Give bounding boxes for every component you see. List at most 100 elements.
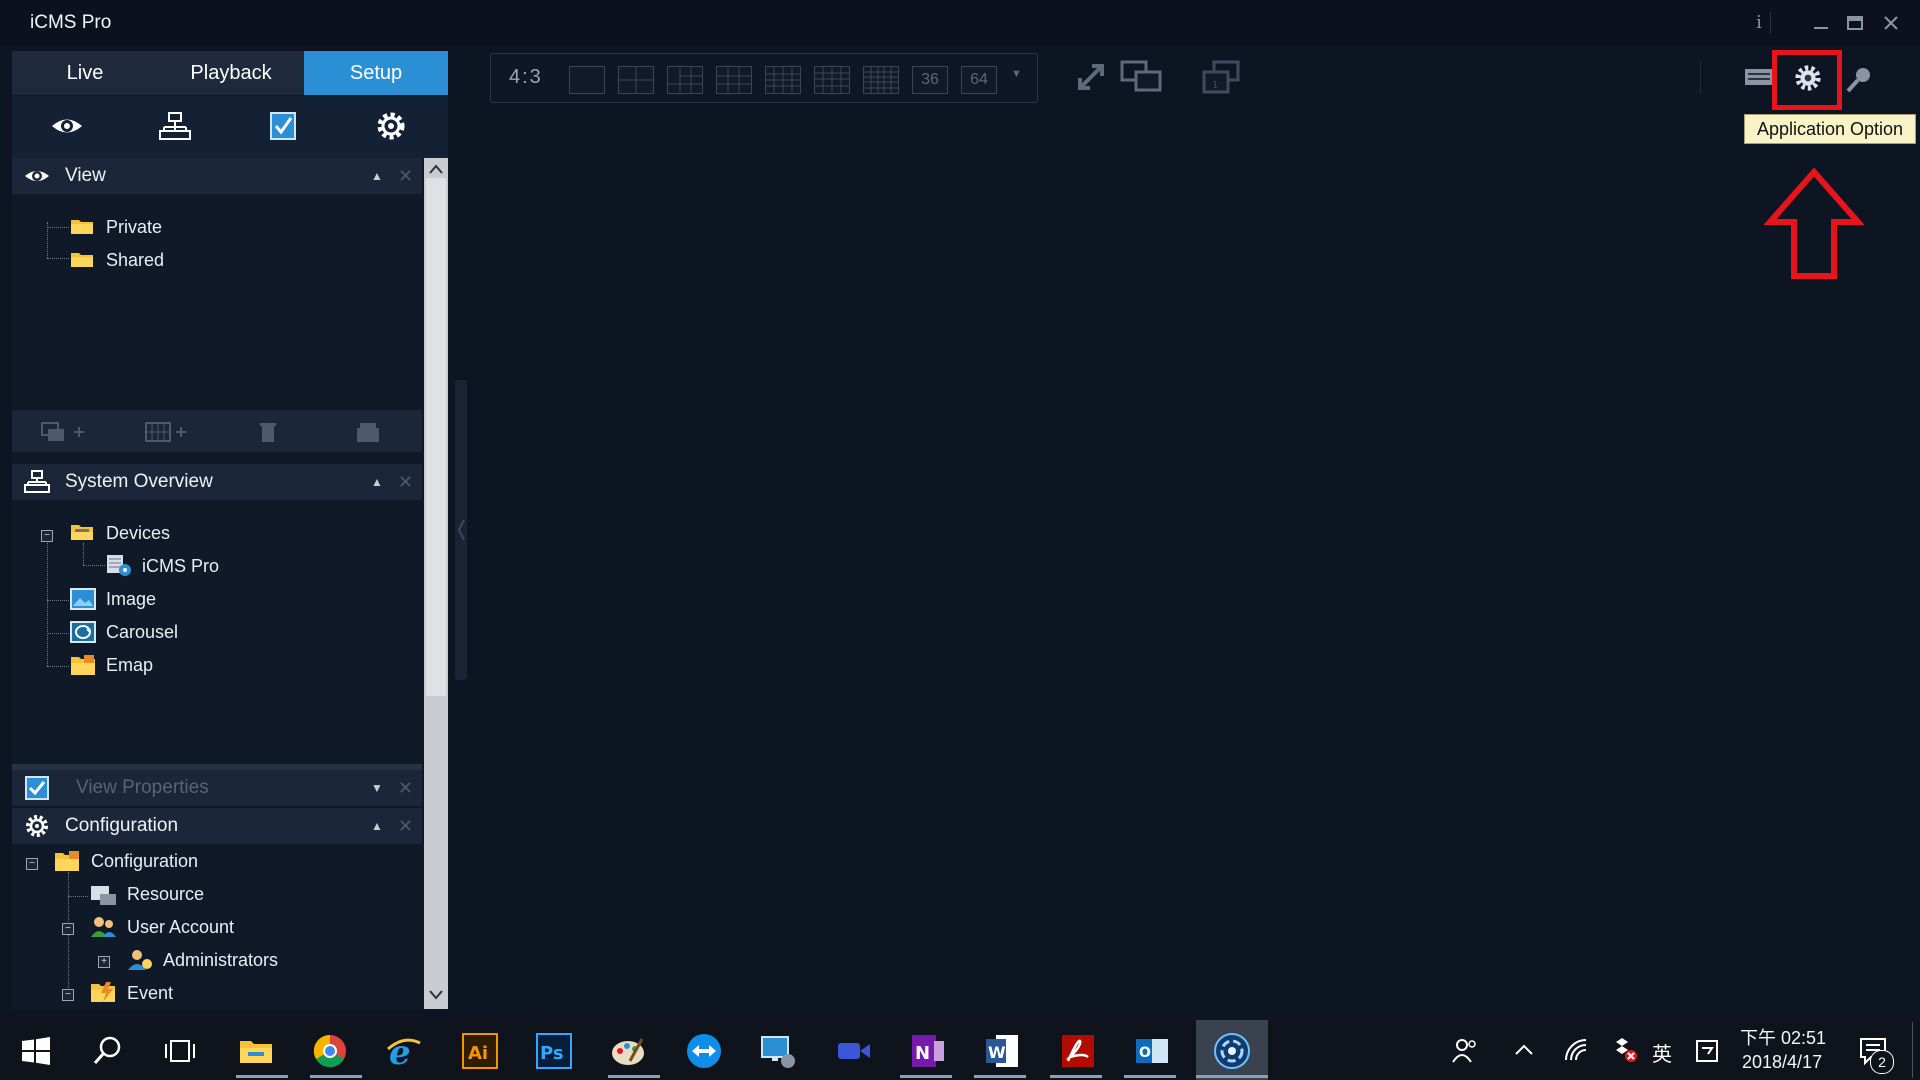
tree-item-image[interactable]: Image [106,587,156,611]
illustrator-icon[interactable]: Ai [460,1031,500,1071]
paint-icon[interactable] [608,1031,648,1071]
svg-text:O: O [1139,1045,1151,1061]
tree-item-private[interactable]: Private [106,215,162,239]
panel-collapse-handle[interactable] [455,380,467,680]
collapse-toggle[interactable]: − [26,858,38,870]
minimize-button[interactable] [1808,10,1834,36]
search-icon[interactable] [88,1031,128,1071]
running-indicator [1124,1075,1176,1078]
tree-item-administrators[interactable]: Administrators [163,948,278,972]
icms-pro-taskbar-icon[interactable] [1212,1031,1252,1071]
close-section-icon[interactable]: ✕ [398,808,413,844]
ime-indicator[interactable]: 英 [1652,1038,1672,1067]
collapse-arrow-icon[interactable]: ▲ [371,464,383,500]
system-overview-header[interactable]: System Overview ▲ ✕ [12,464,422,500]
collapse-arrow-icon[interactable]: ▲ [371,158,383,194]
tree-item-resource[interactable]: Resource [127,882,204,906]
tab-playback[interactable]: Playback [158,51,304,95]
configuration-title: Configuration [65,815,179,836]
layout-1plus5-button[interactable] [667,66,703,94]
clear-icon[interactable] [354,420,382,444]
tree-item-configuration[interactable]: Configuration [91,849,198,873]
configuration-header[interactable]: Configuration ▲ ✕ [12,808,422,844]
user-account-icon [91,917,116,937]
network-status-icon[interactable] [1562,1036,1590,1064]
expand-toggle[interactable]: + [98,956,110,968]
collapse-arrow-icon[interactable]: ▲ [371,808,383,844]
view-properties-icon[interactable] [264,107,302,145]
clock-time[interactable]: 下午 02:51 [1740,1024,1826,1050]
outlook-icon[interactable]: O [1132,1031,1172,1071]
tab-setup[interactable]: Setup [304,51,448,95]
show-desktop-divider[interactable] [1912,1022,1913,1078]
collapse-toggle[interactable]: − [41,530,53,542]
scrollbar-thumb[interactable] [426,178,446,696]
key-icon[interactable] [1844,64,1874,94]
maximize-button[interactable] [1842,10,1868,36]
sequence-window-icon[interactable]: 1 [1200,60,1242,96]
tree-item-shared[interactable]: Shared [106,248,164,272]
layout-1x1-button[interactable] [569,66,605,94]
running-indicator [974,1075,1026,1078]
view-eye-icon[interactable] [48,107,86,145]
chrome-icon[interactable] [310,1031,350,1071]
scroll-up-icon[interactable] [428,162,444,176]
people-icon[interactable] [1450,1036,1478,1064]
task-view-icon[interactable] [160,1031,200,1071]
layout-2x2-button[interactable] [618,66,654,94]
close-button[interactable] [1878,10,1904,36]
close-section-icon[interactable]: ✕ [398,158,413,194]
view-properties-header[interactable]: View Properties ▼ ✕ [12,770,422,806]
layout-dropdown-icon[interactable]: ▼ [1011,68,1022,80]
chevron-up-icon[interactable] [1512,1040,1536,1060]
layout-36-button[interactable]: 36 [912,66,948,94]
expand-arrow-icon[interactable]: ▼ [371,770,383,806]
tree-item-carousel[interactable]: Carousel [106,620,178,644]
tree-item-user-account[interactable]: User Account [127,915,234,939]
layout-5x5-button[interactable] [863,66,899,94]
collapse-toggle[interactable]: − [62,923,74,935]
word-icon[interactable]: W [982,1031,1022,1071]
video-call-icon[interactable] [834,1031,874,1071]
windows-start-icon[interactable] [16,1031,56,1071]
tree-item-emap[interactable]: Emap [106,653,153,677]
photoshop-icon[interactable]: Ps [534,1031,574,1071]
add-layout-icon[interactable] [144,420,192,444]
layout-4x4-button[interactable] [814,66,850,94]
onenote-icon[interactable]: N [908,1031,948,1071]
layout-1plus12-button[interactable] [765,66,801,94]
file-explorer-icon[interactable] [236,1031,276,1071]
red-up-arrow [1764,168,1864,279]
svg-text:Ai: Ai [468,1043,488,1064]
close-section-icon[interactable]: ✕ [398,770,413,806]
tab-live[interactable]: Live [12,51,158,95]
image-icon [70,588,96,610]
acrobat-icon[interactable] [1058,1031,1098,1071]
resource-icon [91,886,116,905]
delete-icon[interactable] [258,420,278,444]
system-overview-icon[interactable] [156,107,194,145]
input-method-icon[interactable] [1694,1038,1720,1064]
collapse-toggle[interactable]: − [62,989,74,1001]
add-view-icon[interactable] [40,420,88,444]
scroll-down-icon[interactable] [428,988,444,1002]
info-button[interactable]: i [1746,10,1772,36]
aspect-ratio-label[interactable]: 4:3 [509,66,543,89]
keyboard-icon[interactable] [1744,66,1774,88]
dropbox-sync-icon[interactable] [1610,1036,1638,1064]
remote-desktop-icon[interactable] [758,1031,798,1071]
clock-date[interactable]: 2018/4/17 [1742,1052,1822,1073]
view-section-header[interactable]: View ▲ ✕ [12,158,422,194]
tree-item-icms-pro[interactable]: iCMS Pro [142,554,219,578]
tree-item-devices[interactable]: Devices [106,521,170,545]
teamviewer-icon[interactable] [684,1031,724,1071]
configuration-gear-icon[interactable] [372,107,410,145]
tree-item-event[interactable]: Event [127,981,173,1005]
multi-monitor-icon[interactable] [1120,60,1164,94]
close-section-icon[interactable]: ✕ [398,464,413,500]
application-option-tooltip: Application Option [1744,114,1916,144]
internet-explorer-icon[interactable]: e [384,1031,424,1071]
layout-3x3-button[interactable] [716,66,752,94]
fullscreen-icon[interactable] [1076,62,1106,92]
layout-64-button[interactable]: 64 [961,66,997,94]
